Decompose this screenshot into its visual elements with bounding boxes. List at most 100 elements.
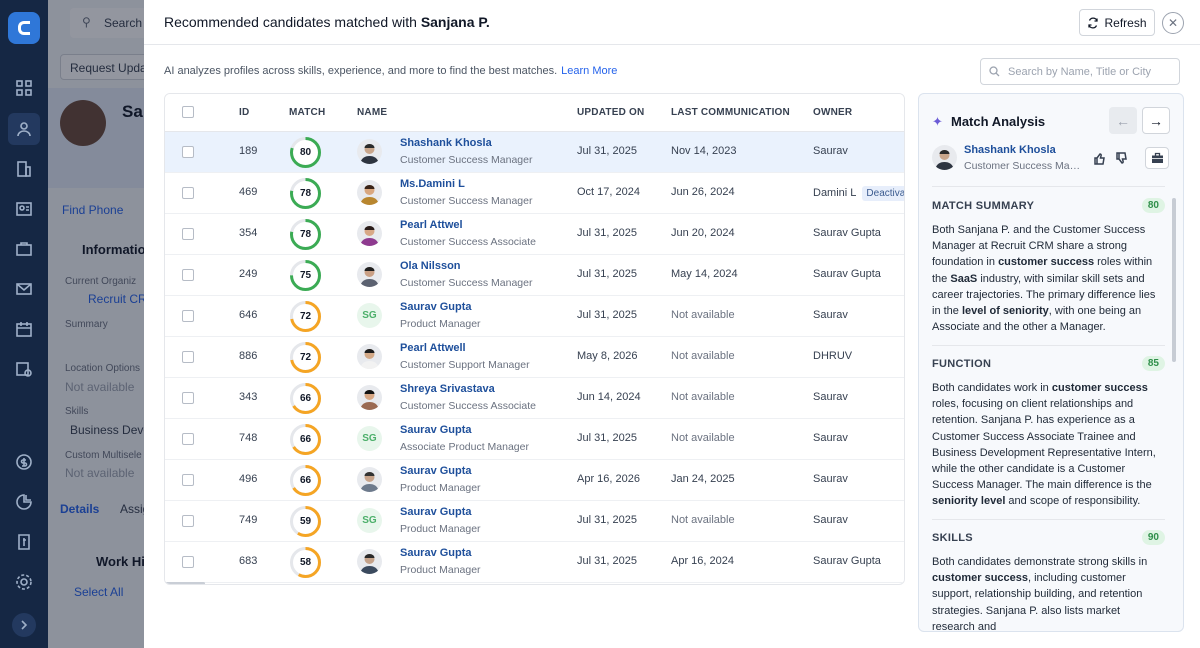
- candidate-name-link[interactable]: Shashank Khosla: [400, 137, 492, 149]
- row-checkbox[interactable]: [182, 433, 194, 445]
- last-communication: Not available: [671, 350, 735, 362]
- header-name[interactable]: NAME: [357, 107, 387, 118]
- last-communication: May 14, 2024: [671, 268, 738, 280]
- search-input[interactable]: [1008, 65, 1168, 78]
- row-checkbox[interactable]: [182, 146, 194, 158]
- previous-candidate-button[interactable]: ←: [1109, 107, 1137, 134]
- header-owner[interactable]: OWNER: [813, 107, 852, 118]
- divider: [932, 345, 1165, 346]
- left-nav: [0, 0, 48, 648]
- header-last-communication[interactable]: LAST COMMUNICATION: [671, 107, 790, 118]
- match-analysis-panel: ✦ Match Analysis ← → Shashank Khosla Cus…: [918, 93, 1184, 632]
- match-score-ring: 80: [289, 136, 322, 169]
- candidate-name-link[interactable]: Saurav Gupta: [400, 465, 472, 477]
- mail-icon[interactable]: [12, 277, 36, 301]
- learn-more-link[interactable]: Learn More: [561, 65, 617, 77]
- row-checkbox[interactable]: [182, 228, 194, 240]
- match-score: 78: [299, 229, 312, 240]
- row-checkbox[interactable]: [182, 269, 194, 281]
- companies-icon[interactable]: [12, 157, 36, 181]
- refresh-button[interactable]: Refresh: [1079, 9, 1155, 36]
- header-match[interactable]: MATCH: [289, 107, 325, 118]
- row-checkbox[interactable]: [182, 351, 194, 363]
- select-all-checkbox[interactable]: [182, 106, 194, 118]
- dashboard-icon[interactable]: [12, 76, 36, 100]
- row-checkbox[interactable]: [182, 392, 194, 404]
- candidate-name-link[interactable]: Saurav Gupta: [400, 547, 472, 559]
- updated-on: Jul 31, 2025: [577, 555, 637, 567]
- table-row[interactable]: 469 78 Ms.Damini L Customer Success Manager…: [165, 173, 904, 214]
- candidate-name-link[interactable]: Shreya Srivastava: [400, 383, 495, 395]
- search-icon: [989, 66, 1000, 77]
- table-row[interactable]: 683 58 Saurav Gupta Product Manager Jul 31, …: [165, 542, 904, 583]
- table-row[interactable]: 749 59 Saurav Gupta Product Manager Jul 31, …: [165, 501, 904, 542]
- reports-icon[interactable]: [12, 490, 36, 514]
- updated-on: Jul 31, 2025: [577, 309, 637, 321]
- arrow-left-icon: ←: [1116, 112, 1130, 129]
- table-row[interactable]: 748 66 Saurav Gupta Associate Product Manag…: [165, 419, 904, 460]
- candidate-id: 749: [239, 514, 258, 526]
- owner-cell: Saurav Gupta: [813, 227, 881, 239]
- owner-cell: Saurav: [813, 432, 848, 444]
- app-logo[interactable]: [8, 12, 40, 44]
- table-row[interactable]: 354 78 Pearl Attwel Customer Success Associ…: [165, 214, 904, 255]
- candidate-name-link[interactable]: Ola Nilsson: [400, 260, 461, 272]
- table-row[interactable]: 886 72 Pearl Attwell Customer Support Manag…: [165, 337, 904, 378]
- owner-name: Saurav Gupta: [813, 268, 881, 280]
- owner-name: Saurav: [813, 432, 848, 444]
- thumbs-up-icon[interactable]: [1093, 152, 1107, 166]
- expand-nav-icon[interactable]: [12, 613, 36, 637]
- match-score-ring: 72: [289, 341, 322, 374]
- match-score-ring: 78: [289, 218, 322, 251]
- candidate-search[interactable]: [980, 58, 1180, 85]
- candidate-name-link[interactable]: Saurav Gupta: [400, 301, 472, 313]
- candidate-name-link[interactable]: Shashank Khosla: [964, 144, 1056, 156]
- row-checkbox[interactable]: [182, 310, 194, 322]
- avatar: [357, 262, 382, 287]
- table-row[interactable]: 496 66 Saurav Gupta Product Manager Apr 16, …: [165, 460, 904, 501]
- jobs-icon[interactable]: [12, 237, 36, 261]
- briefcase-icon[interactable]: [1145, 147, 1169, 169]
- candidate-id: 748: [239, 432, 258, 444]
- table-row[interactable]: 189 80 Shashank Khosla Customer Success Man…: [165, 132, 904, 173]
- match-score: 66: [299, 393, 312, 404]
- invoice-icon[interactable]: [12, 530, 36, 554]
- analysis-scrollbar[interactable]: [1172, 198, 1176, 362]
- header-id[interactable]: ID: [239, 107, 249, 118]
- match-score-ring: 78: [289, 177, 322, 210]
- calendar-icon[interactable]: [12, 317, 36, 341]
- candidate-name-link[interactable]: Pearl Attwell: [400, 342, 466, 354]
- table-row[interactable]: 646 72 Saurav Gupta Product Manager Jul 31, …: [165, 296, 904, 337]
- candidate-id: 249: [239, 268, 258, 280]
- candidate-name-link[interactable]: Saurav Gupta: [400, 506, 472, 518]
- divider: [932, 186, 1165, 187]
- table-row[interactable]: 343 66 Shreya Srivastava Customer Success A…: [165, 378, 904, 419]
- candidates-icon[interactable]: [8, 113, 40, 145]
- avatar: [357, 467, 382, 492]
- row-checkbox[interactable]: [182, 515, 194, 527]
- header-updated-on[interactable]: UPDATED ON: [577, 107, 644, 118]
- owner-name: Saurav: [813, 473, 848, 485]
- billing-icon[interactable]: [12, 450, 36, 474]
- contacts-icon[interactable]: [12, 197, 36, 221]
- owner-cell: Damini L Deactivate: [813, 186, 904, 201]
- thumbs-down-icon[interactable]: [1115, 152, 1129, 166]
- row-checkbox[interactable]: [182, 556, 194, 568]
- candidate-name-link[interactable]: Ms.Damini L: [400, 178, 465, 190]
- candidate-id: 496: [239, 473, 258, 485]
- skills-text: Both candidates demonstrate strong skill…: [932, 556, 1148, 632]
- skills-label: SKILLS: [932, 532, 973, 544]
- table-row[interactable]: 249 75 Ola Nilsson Customer Success Manager…: [165, 255, 904, 296]
- settings-icon[interactable]: [12, 570, 36, 594]
- row-checkbox[interactable]: [182, 187, 194, 199]
- close-icon[interactable]: ✕: [1162, 12, 1184, 34]
- next-candidate-button[interactable]: →: [1142, 107, 1170, 134]
- skills-score: 90: [1141, 530, 1165, 545]
- row-checkbox[interactable]: [182, 474, 194, 486]
- owner-cell: Saurav: [813, 473, 848, 485]
- match-score: 78: [299, 188, 312, 199]
- horizontal-scrollbar[interactable]: [165, 582, 205, 584]
- candidate-name-link[interactable]: Pearl Attwel: [400, 219, 463, 231]
- tasks-icon[interactable]: [12, 357, 36, 381]
- candidate-name-link[interactable]: Saurav Gupta: [400, 424, 472, 436]
